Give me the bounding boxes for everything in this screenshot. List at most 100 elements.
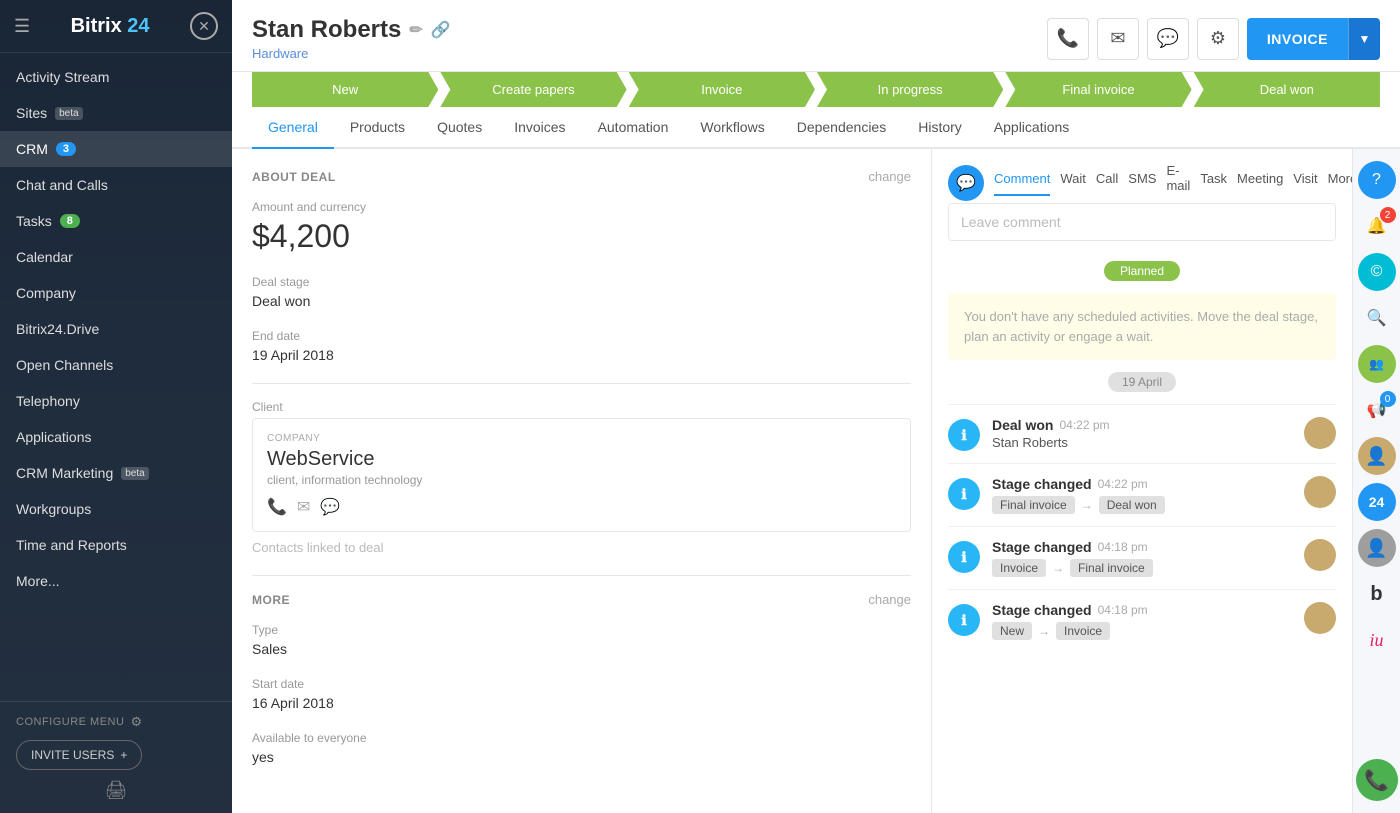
stage-deal-won-button[interactable]: Deal won [1194,72,1380,107]
script-icon-button[interactable]: iu [1358,621,1396,659]
stage-change-badges: New → Invoice [992,622,1292,640]
tab-workflows[interactable]: Workflows [684,107,780,149]
text-b-button[interactable]: b [1358,575,1396,613]
right-sidebar: ? 🔔 2 © 🔍 👥 📢 0 👤 24 👤 b iu 📞 [1352,149,1400,813]
sidebar-item-company[interactable]: Company [0,275,232,311]
printer-icon[interactable]: 🖨 [16,780,216,801]
activity-title-text: Stage changed [992,539,1092,555]
deal-title-section: Stan Roberts ✏ 🔗 Hardware [252,16,451,61]
activity-tab-comment[interactable]: Comment [994,171,1050,196]
header-actions: 📞 ✉ 💬 ⚙ INVOICE ▼ [1047,18,1380,60]
tab-history[interactable]: History [902,107,978,149]
company-label: COMPANY [267,433,896,444]
deal-header: Stan Roberts ✏ 🔗 Hardware 📞 ✉ 💬 ⚙ INVOIC… [232,0,1400,72]
sidebar-item-tasks[interactable]: Tasks 8 [0,203,232,239]
phone-action-button[interactable]: 📞 [1047,18,1089,60]
activity-content: Stage changed 04:22 pm Final invoice → D… [992,476,1292,514]
sidebar-item-open-channels[interactable]: Open Channels [0,347,232,383]
available-label: Available to everyone [252,731,911,745]
close-sidebar-button[interactable]: ✕ [190,12,218,40]
planned-badge-container: Planned [948,261,1336,281]
client-chat-icon[interactable]: 💬 [320,497,340,517]
activity-tab-sms[interactable]: SMS [1128,171,1156,196]
stage-final-invoice-button[interactable]: Final invoice [1005,72,1191,107]
stage-from-badge: Invoice [992,559,1046,577]
sidebar-item-chat-calls[interactable]: Chat and Calls [0,167,232,203]
settings-action-button[interactable]: ⚙ [1197,18,1239,60]
email-action-button[interactable]: ✉ [1097,18,1139,60]
stage-change-badges: Invoice → Final invoice [992,559,1292,577]
activity-tab-task[interactable]: Task [1200,171,1227,196]
chat-action-button[interactable]: 💬 [1147,18,1189,60]
activity-tab-visit[interactable]: Visit [1293,171,1317,196]
stage-to-badge: Invoice [1056,622,1110,640]
notification2-button[interactable]: 📢 0 [1358,391,1396,429]
user-avatar-button[interactable]: 👤 [1358,437,1396,475]
invite-users-button[interactable]: INVITE USERS + [16,740,142,770]
activity-tab-wait[interactable]: Wait [1060,171,1086,196]
activity-title: Deal won 04:22 pm [992,417,1292,433]
sidebar-logo: Bitrix 24 [71,15,150,38]
activity-title-text: Stage changed [992,476,1092,492]
sidebar-item-calendar[interactable]: Calendar [0,239,232,275]
tab-products[interactable]: Products [334,107,421,149]
sidebar-item-crm-marketing[interactable]: CRM Marketing beta [0,455,232,491]
sidebar-item-crm[interactable]: CRM 3 [0,131,232,167]
hamburger-icon[interactable]: ☰ [14,16,30,37]
more-change-link[interactable]: change [868,592,911,607]
sidebar-item-applications[interactable]: Applications [0,419,232,455]
sidebar-navigation: Activity Stream Sites beta CRM 3 Chat an… [0,53,232,701]
activity-tab-call[interactable]: Call [1096,171,1118,196]
tab-applications[interactable]: Applications [978,107,1086,149]
activity-content: Stage changed 04:18 pm New → Invoice [992,602,1292,640]
sidebar-item-activity-stream[interactable]: Activity Stream [0,59,232,95]
sidebar-item-workgroups[interactable]: Workgroups [0,491,232,527]
tab-quotes[interactable]: Quotes [421,107,498,149]
client-phone-icon[interactable]: 📞 [267,497,287,517]
deal-right-panel: 💬 Comment Wait Call SMS E-mail Task Meet… [932,149,1352,813]
search-icon-button[interactable]: 🔍 [1358,299,1396,337]
stage-in-progress-button[interactable]: In progress [817,72,1003,107]
more-section-header: MORE change [252,592,911,607]
comment-tab-icon: 💬 [948,165,984,201]
avatar-group-button[interactable]: 👥 [1358,345,1396,383]
sidebar-item-sites[interactable]: Sites beta [0,95,232,131]
company-desc: client, information technology [267,473,896,487]
sidebar-item-more[interactable]: More... [0,563,232,599]
activity-item: ℹ Stage changed 04:18 pm Invoice → Final… [948,526,1336,589]
stage-invoice-button[interactable]: Invoice [629,72,815,107]
client-email-icon[interactable]: ✉ [297,497,310,517]
edit-icon[interactable]: ✏ [409,20,422,40]
link-icon[interactable]: 🔗 [431,20,451,40]
invite-users-label: INVITE USERS [31,748,114,762]
comment-input[interactable]: Leave comment [948,203,1336,241]
crm-icon-button[interactable]: © [1358,253,1396,291]
about-deal-change-link[interactable]: change [868,169,911,184]
sidebar-item-time-reports[interactable]: Time and Reports [0,527,232,563]
notifications-button[interactable]: 🔔 2 [1358,207,1396,245]
tab-invoices[interactable]: Invoices [498,107,581,149]
activity-time: 04:22 pm [1059,418,1109,432]
configure-menu-label: CONFIGURE MENU [16,716,124,728]
tab-general[interactable]: General [252,107,334,149]
help-icon-button[interactable]: ? [1358,161,1396,199]
bitrix24-num-button[interactable]: 24 [1358,483,1396,521]
sidebar-item-bitrix24drive[interactable]: Bitrix24.Drive [0,311,232,347]
activity-tab-meeting[interactable]: Meeting [1237,171,1283,196]
tab-automation[interactable]: Automation [582,107,685,149]
sidebar-item-label: Bitrix24.Drive [16,321,99,337]
invoice-main-button[interactable]: INVOICE [1247,18,1348,60]
invoice-dropdown-button[interactable]: ▼ [1348,18,1380,60]
user-avatar2-button[interactable]: 👤 [1358,529,1396,567]
stage-new-button[interactable]: New [252,72,438,107]
configure-menu-button[interactable]: CONFIGURE MENU ⚙ [16,714,216,730]
tab-dependencies[interactable]: Dependencies [781,107,903,149]
activity-tab-more[interactable]: More... [1328,171,1352,196]
activity-item: ℹ Stage changed 04:22 pm Final invoice →… [948,463,1336,526]
stage-create-papers-button[interactable]: Create papers [440,72,626,107]
phone-float-button[interactable]: 📞 [1356,759,1398,801]
arrow-icon: → [1038,624,1050,638]
activity-tab-email[interactable]: E-mail [1166,163,1190,203]
comment-placeholder: Leave comment [961,214,1061,230]
sidebar-item-telephony[interactable]: Telephony [0,383,232,419]
